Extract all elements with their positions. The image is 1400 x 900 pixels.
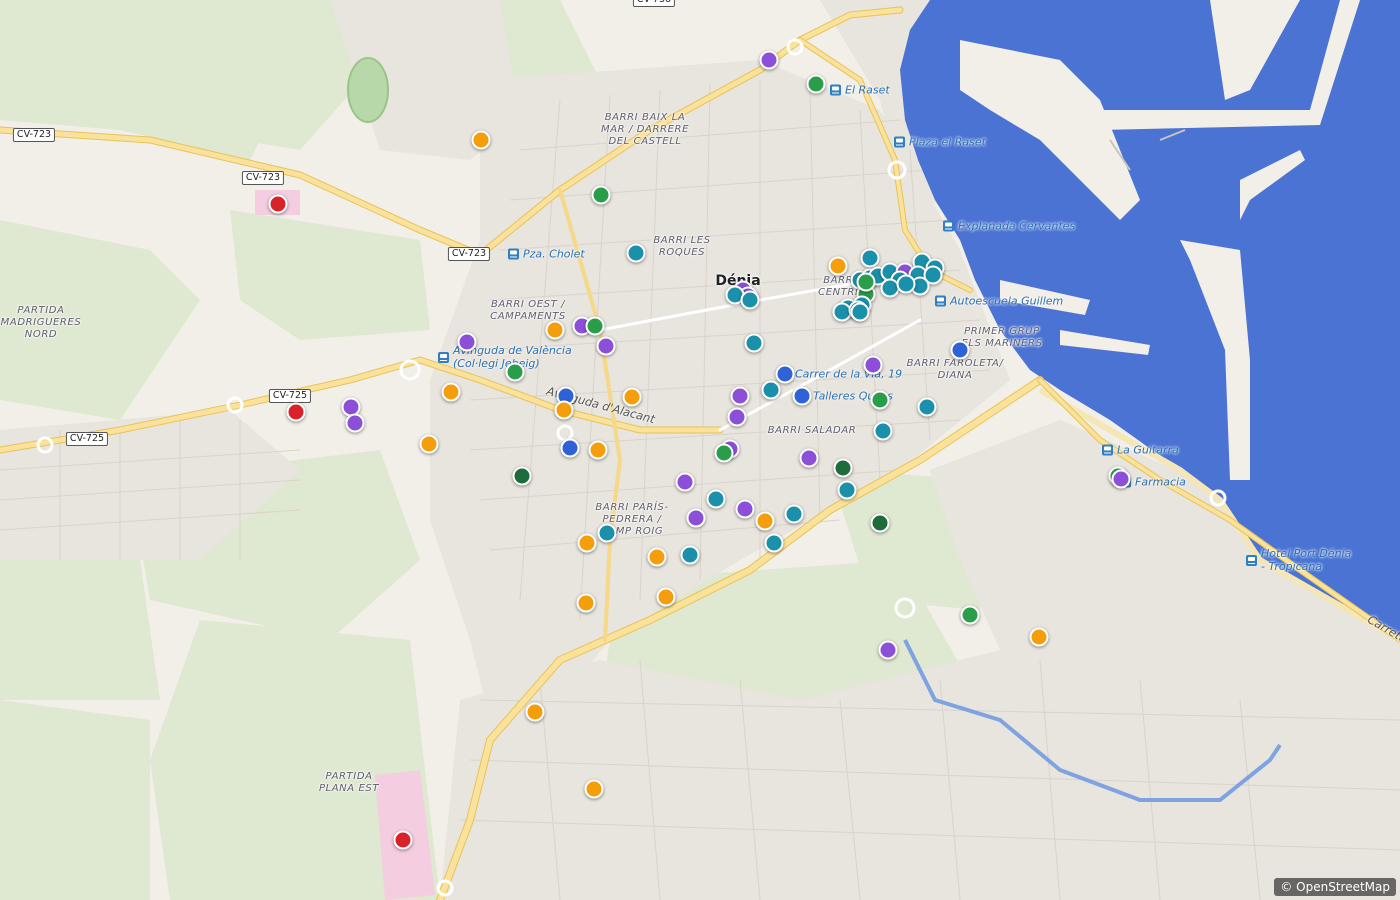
map-tiles: [0, 0, 1400, 900]
map-marker-green[interactable]: [585, 316, 605, 336]
map-marker-blue[interactable]: [792, 386, 812, 406]
map-marker-blue[interactable]: [775, 364, 795, 384]
map-marker-orange[interactable]: [755, 511, 775, 531]
map-marker-teal[interactable]: [837, 480, 857, 500]
map-marker-orange[interactable]: [554, 400, 574, 420]
map-marker-teal[interactable]: [761, 380, 781, 400]
map-marker-orange[interactable]: [576, 593, 596, 613]
map-marker-orange[interactable]: [622, 387, 642, 407]
road-shield-cv736: CV-736: [632, 0, 676, 7]
map-marker-darkgreen[interactable]: [870, 513, 890, 533]
map-marker-orange[interactable]: [656, 587, 676, 607]
road-shield-cv723c: CV-723: [447, 247, 491, 261]
road-shield-cv725b: CV-725: [65, 432, 109, 446]
map-marker-orange[interactable]: [441, 382, 461, 402]
map-marker-teal[interactable]: [626, 243, 646, 263]
map-marker-red[interactable]: [268, 194, 288, 214]
map-marker-teal[interactable]: [896, 274, 916, 294]
map-marker-purple[interactable]: [735, 499, 755, 519]
map-marker-blue[interactable]: [950, 340, 970, 360]
map-marker-purple[interactable]: [675, 472, 695, 492]
map-marker-teal[interactable]: [764, 533, 784, 553]
map-marker-teal[interactable]: [680, 545, 700, 565]
map-canvas[interactable]: CV-723CV-723CV-723CV-725CV-725CV-736BARR…: [0, 0, 1400, 900]
map-marker-teal[interactable]: [850, 302, 870, 322]
map-marker-purple[interactable]: [596, 336, 616, 356]
map-marker-teal[interactable]: [597, 523, 617, 543]
map-marker-purple[interactable]: [799, 448, 819, 468]
map-marker-teal[interactable]: [917, 397, 937, 417]
map-marker-purple[interactable]: [727, 407, 747, 427]
map-marker-orange[interactable]: [828, 256, 848, 276]
map-marker-green[interactable]: [870, 390, 890, 410]
map-marker-purple[interactable]: [345, 413, 365, 433]
map-marker-orange[interactable]: [419, 434, 439, 454]
map-marker-orange[interactable]: [471, 130, 491, 150]
map-marker-purple[interactable]: [457, 332, 477, 352]
map-marker-teal[interactable]: [860, 248, 880, 268]
map-marker-teal[interactable]: [784, 504, 804, 524]
map-marker-red[interactable]: [393, 830, 413, 850]
map-marker-orange[interactable]: [525, 702, 545, 722]
map-marker-teal[interactable]: [873, 421, 893, 441]
map-marker-purple[interactable]: [730, 386, 750, 406]
map-marker-purple[interactable]: [878, 640, 898, 660]
map-marker-green[interactable]: [960, 605, 980, 625]
map-marker-teal[interactable]: [744, 333, 764, 353]
map-marker-teal[interactable]: [706, 489, 726, 509]
road-shield-cv723a: CV-723: [12, 128, 56, 142]
map-marker-orange[interactable]: [584, 779, 604, 799]
map-marker-orange[interactable]: [577, 533, 597, 553]
map-marker-blue[interactable]: [560, 438, 580, 458]
map-marker-purple[interactable]: [759, 50, 779, 70]
map-marker-green[interactable]: [806, 74, 826, 94]
map-marker-purple[interactable]: [1111, 469, 1131, 489]
map-marker-teal[interactable]: [740, 290, 760, 310]
map-marker-darkgreen[interactable]: [512, 466, 532, 486]
map-marker-red[interactable]: [286, 402, 306, 422]
map-marker-green[interactable]: [714, 443, 734, 463]
road-shield-cv725a: CV-725: [268, 389, 312, 403]
map-marker-orange[interactable]: [1029, 627, 1049, 647]
map-marker-orange[interactable]: [647, 547, 667, 567]
map-marker-green[interactable]: [505, 362, 525, 382]
map-marker-green[interactable]: [856, 272, 876, 292]
osm-attribution[interactable]: © OpenStreetMap: [1274, 878, 1396, 896]
map-marker-orange[interactable]: [588, 440, 608, 460]
map-marker-purple[interactable]: [863, 355, 883, 375]
road-shield-cv723b: CV-723: [241, 171, 285, 185]
map-marker-green[interactable]: [591, 185, 611, 205]
map-marker-darkgreen[interactable]: [833, 458, 853, 478]
map-marker-orange[interactable]: [545, 320, 565, 340]
map-marker-purple[interactable]: [686, 508, 706, 528]
